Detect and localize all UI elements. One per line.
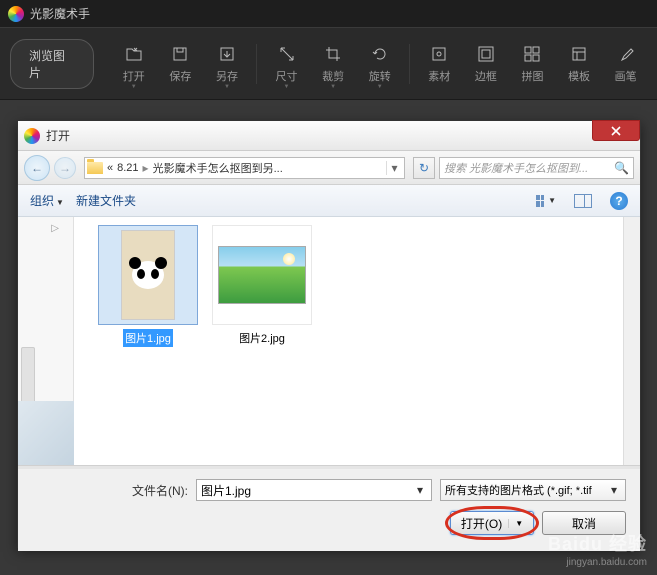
tool-resize[interactable]: 尺寸 ▼	[265, 36, 308, 92]
collage-icon	[522, 44, 542, 64]
folder-tree-panel[interactable]: ▷	[18, 217, 74, 465]
new-folder-button[interactable]: 新建文件夹	[76, 192, 136, 209]
nav-forward-button[interactable]: →	[54, 157, 76, 179]
file-item[interactable]: 图片1.jpg	[98, 225, 198, 347]
tool-material[interactable]: 素材	[418, 36, 461, 92]
search-placeholder: 搜索 光影魔术手怎么抠图到...	[444, 160, 614, 176]
image-thumbnail-icon	[121, 230, 175, 320]
breadcrumb-item[interactable]: 光影魔术手怎么抠图到另...	[153, 160, 283, 176]
close-icon	[610, 126, 622, 136]
chevron-down-icon: ▼	[377, 84, 383, 90]
file-list[interactable]: 图片1.jpg 图片2.jpg	[74, 217, 623, 465]
open-button[interactable]: 打开(O) ▼	[450, 511, 534, 535]
app-logo-icon	[8, 6, 24, 22]
open-dialog: 打开 ← → « 8.21 ▸ 光影魔术手怎么抠图到另... ▾ ↻ 搜索 光影…	[17, 120, 641, 548]
dialog-footer: 文件名(N): 图片1.jpg ▾ 所有支持的图片格式 (*.gif; *.ti…	[18, 469, 640, 551]
refresh-button[interactable]: ↻	[413, 157, 435, 179]
chevron-down-icon: ▼	[330, 84, 336, 90]
cancel-button[interactable]: 取消	[542, 511, 626, 535]
dialog-titlebar[interactable]: 打开	[18, 121, 640, 151]
tool-border[interactable]: 边框	[465, 36, 508, 92]
material-icon	[429, 44, 449, 64]
tool-collage[interactable]: 拼图	[511, 36, 554, 92]
chevron-down-icon[interactable]: ▼	[508, 519, 523, 528]
chevron-down-icon: ▼	[56, 198, 64, 207]
save-icon	[170, 44, 190, 64]
main-toolbar: 浏览图片 打开 ▼ 保存 另存 ▼ 尺寸 ▼ 裁剪 ▼ 旋转 ▼ 素材 边框	[0, 28, 657, 100]
border-icon	[476, 44, 496, 64]
vertical-scrollbar[interactable]	[623, 217, 640, 465]
saveas-icon	[217, 44, 237, 64]
rotate-icon	[370, 44, 390, 64]
organize-menu[interactable]: 组织▼	[30, 192, 64, 209]
app-titlebar: 光影魔术手	[0, 0, 657, 28]
thumbnails-icon	[536, 195, 544, 207]
chevron-down-icon: ▾	[607, 483, 621, 497]
arrow-right-icon: →	[59, 161, 71, 175]
tool-saveas[interactable]: 另存 ▼	[206, 36, 249, 92]
view-mode-button[interactable]: ▼	[536, 193, 556, 209]
file-name: 图片1.jpg	[123, 329, 173, 347]
tree-preview-thumb	[18, 401, 74, 465]
arrow-left-icon: ←	[31, 161, 43, 175]
close-button[interactable]	[592, 120, 640, 141]
app-title: 光影魔术手	[30, 5, 90, 22]
breadcrumb-item[interactable]: 8.21	[117, 162, 138, 174]
resize-icon	[277, 44, 297, 64]
tool-crop[interactable]: 裁剪 ▼	[312, 36, 355, 92]
search-input[interactable]: 搜索 光影魔术手怎么抠图到... 🔍	[439, 157, 634, 179]
filetype-filter[interactable]: 所有支持的图片格式 (*.gif; *.tif ▾	[440, 479, 626, 501]
filename-label: 文件名(N):	[132, 482, 188, 499]
tool-rotate[interactable]: 旋转 ▼	[358, 36, 401, 92]
chevron-right-icon: ▸	[143, 161, 149, 175]
chevron-down-icon: ▼	[284, 84, 290, 90]
address-dropdown[interactable]: ▾	[386, 161, 402, 175]
browse-images-button[interactable]: 浏览图片	[10, 39, 94, 89]
chevron-down-icon: ▼	[131, 84, 137, 90]
open-icon	[124, 44, 144, 64]
dialog-toolbar: 组织▼ 新建文件夹 ▼ ?	[18, 185, 640, 217]
dialog-content: ▷ 图片1.jpg 图片2.jpg	[18, 217, 640, 465]
dialog-logo-icon	[24, 128, 40, 144]
file-name: 图片2.jpg	[237, 329, 287, 347]
filename-input[interactable]: 图片1.jpg ▾	[196, 479, 432, 501]
preview-pane-button[interactable]	[574, 194, 592, 208]
tool-brush[interactable]: 画笔	[604, 36, 647, 92]
image-thumbnail-icon	[218, 246, 306, 304]
file-item[interactable]: 图片2.jpg	[212, 225, 312, 347]
help-button[interactable]: ?	[610, 192, 628, 210]
tool-template[interactable]: 模板	[558, 36, 601, 92]
brush-icon	[616, 44, 636, 64]
address-bar[interactable]: « 8.21 ▸ 光影魔术手怎么抠图到另... ▾	[84, 157, 405, 179]
crop-icon	[323, 44, 343, 64]
collapse-icon: ▷	[51, 223, 59, 234]
nav-back-button[interactable]: ←	[24, 155, 50, 181]
chevron-down-icon: ▼	[224, 84, 230, 90]
template-icon	[569, 44, 589, 64]
tool-open[interactable]: 打开 ▼	[112, 36, 155, 92]
chevron-down-icon[interactable]: ▾	[413, 483, 427, 497]
tool-save[interactable]: 保存	[159, 36, 202, 92]
refresh-icon: ↻	[419, 161, 429, 175]
search-icon: 🔍	[614, 161, 629, 175]
folder-icon	[87, 162, 103, 174]
chevron-down-icon: ▼	[548, 196, 556, 205]
dialog-title: 打开	[46, 127, 70, 144]
dialog-nav: ← → « 8.21 ▸ 光影魔术手怎么抠图到另... ▾ ↻ 搜索 光影魔术手…	[18, 151, 640, 185]
